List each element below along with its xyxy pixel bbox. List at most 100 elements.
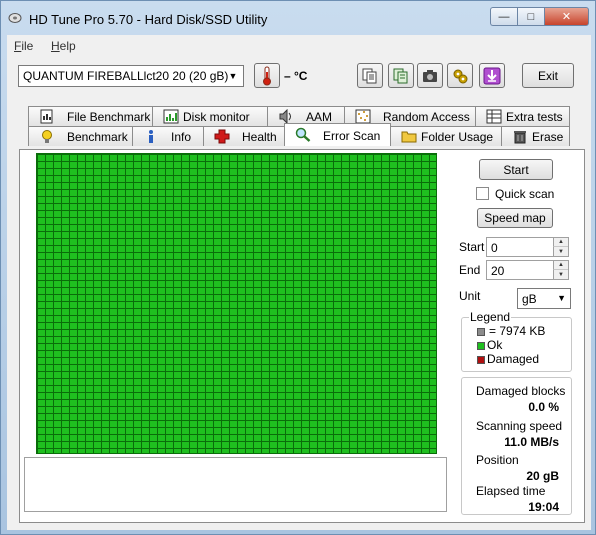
tab-disk-monitor[interactable]: Disk monitor bbox=[152, 106, 268, 126]
menu-file-label: ile bbox=[21, 39, 34, 53]
options-button[interactable] bbox=[447, 63, 473, 88]
temperature-button[interactable] bbox=[254, 63, 280, 88]
tab-file-benchmark[interactable]: File Benchmark bbox=[28, 106, 153, 126]
spin-up-icon[interactable]: ▲ bbox=[553, 238, 568, 247]
window-controls: — □ ✕ bbox=[490, 7, 589, 27]
error-scan-panel: Start Quick scan Speed map Start 0 ▲ ▼ E… bbox=[19, 149, 585, 523]
camera-icon bbox=[423, 69, 437, 82]
tab-label: Info bbox=[171, 130, 192, 144]
app-disk-icon bbox=[8, 13, 22, 23]
client-area: QUANTUM FIREBALLlct20 20 (20 gB) ▼ – °C bbox=[7, 57, 591, 530]
damaged-blocks-label: Damaged blocks bbox=[476, 384, 566, 398]
tab-erase[interactable]: Erase bbox=[501, 126, 570, 146]
quick-scan-checkbox[interactable] bbox=[476, 187, 489, 200]
speed-map-button[interactable]: Speed map bbox=[477, 208, 553, 228]
end-spinner-value: 20 bbox=[491, 264, 505, 278]
drive-select-value: QUANTUM FIREBALLlct20 20 (20 gB) bbox=[23, 69, 229, 83]
save-download-button[interactable] bbox=[479, 63, 505, 88]
menu-file[interactable]: File bbox=[14, 39, 33, 53]
quick-scan-label: Quick scan bbox=[495, 187, 555, 201]
screenshot-button[interactable] bbox=[417, 63, 443, 88]
scan-log-box[interactable] bbox=[24, 457, 447, 512]
scanning-speed-value: 11.0 MB/s bbox=[504, 435, 559, 449]
position-value: 20 gB bbox=[526, 469, 559, 483]
tab-error-scan[interactable]: Error Scan bbox=[284, 123, 391, 146]
menu-help-accesskey: H bbox=[51, 39, 60, 53]
exit-button[interactable]: Exit bbox=[522, 63, 574, 88]
menu-bar: File Help bbox=[7, 35, 591, 57]
drive-select[interactable]: QUANTUM FIREBALLlct20 20 (20 gB) ▼ bbox=[18, 65, 244, 87]
elapsed-time-value: 19:04 bbox=[528, 500, 559, 514]
unit-field-label: Unit bbox=[459, 289, 481, 303]
tab-label: Benchmark bbox=[67, 130, 128, 144]
menu-help[interactable]: Help bbox=[51, 39, 76, 53]
maximize-button[interactable]: □ bbox=[517, 7, 544, 26]
scan-block-map bbox=[36, 153, 437, 454]
tab-folder-usage[interactable]: Folder Usage bbox=[390, 126, 502, 146]
unit-select-value: gB bbox=[522, 292, 537, 306]
download-icon bbox=[483, 67, 501, 84]
start-spinner[interactable]: 0 ▲ ▼ bbox=[486, 237, 569, 257]
tab-label: Random Access bbox=[383, 110, 470, 124]
tab-label: Health bbox=[242, 130, 277, 144]
tab-health[interactable]: Health bbox=[203, 126, 285, 146]
legend-ok-swatch bbox=[477, 342, 485, 350]
tab-info[interactable]: Info bbox=[132, 126, 204, 146]
extra-tests-icon bbox=[486, 109, 502, 124]
tab-benchmark[interactable]: Benchmark bbox=[28, 126, 133, 146]
tab-label: Folder Usage bbox=[421, 130, 494, 144]
copy-all-button[interactable] bbox=[388, 63, 414, 88]
end-field-label: End bbox=[459, 263, 481, 277]
start-field-label: Start bbox=[459, 240, 485, 254]
disk-monitor-icon bbox=[163, 109, 179, 124]
unit-select[interactable]: gB ▼ bbox=[517, 288, 571, 309]
info-icon bbox=[149, 130, 153, 143]
start-button[interactable]: Start bbox=[479, 159, 553, 180]
title-bar[interactable]: HD Tune Pro 5.70 - Hard Disk/SSD Utility… bbox=[1, 1, 595, 35]
copy-all-icon bbox=[393, 68, 408, 83]
legend-ok-label: Ok bbox=[487, 338, 503, 352]
menu-help-label: elp bbox=[59, 39, 76, 53]
position-label: Position bbox=[476, 453, 519, 467]
speaker-icon bbox=[279, 109, 291, 124]
minimize-button[interactable]: — bbox=[490, 7, 517, 26]
tab-label: File Benchmark bbox=[67, 110, 151, 124]
damaged-blocks-value: 0.0 % bbox=[528, 400, 559, 414]
tab-label: Disk monitor bbox=[183, 110, 250, 124]
tab-row-bottom: Benchmark Info Health Error Scan Folder … bbox=[28, 123, 570, 146]
spin-down-icon[interactable]: ▼ bbox=[553, 247, 568, 256]
magnifier-icon bbox=[295, 127, 311, 142]
temperature-readout: – °C bbox=[284, 69, 308, 83]
elapsed-time-label: Elapsed time bbox=[476, 484, 546, 498]
spin-down-icon[interactable]: ▼ bbox=[553, 270, 568, 279]
lightbulb-icon bbox=[42, 130, 52, 143]
tab-label: Error Scan bbox=[323, 129, 381, 143]
thermometer-icon bbox=[263, 66, 271, 85]
folder-icon bbox=[401, 131, 417, 143]
window-title: HD Tune Pro 5.70 - Hard Disk/SSD Utility bbox=[29, 12, 268, 27]
trash-icon bbox=[514, 131, 526, 144]
copy-text-icon bbox=[362, 68, 377, 83]
legend-title: Legend bbox=[469, 310, 512, 324]
chevron-down-icon: ▼ bbox=[557, 293, 566, 303]
start-spinner-value: 0 bbox=[491, 241, 498, 255]
end-spinner[interactable]: 20 ▲ ▼ bbox=[486, 260, 569, 280]
tab-extra-tests[interactable]: Extra tests bbox=[475, 106, 570, 126]
copy-text-button[interactable] bbox=[357, 63, 383, 88]
chevron-down-icon: ▼ bbox=[228, 71, 238, 81]
tab-label: AAM bbox=[306, 110, 333, 124]
health-cross-icon bbox=[214, 129, 230, 144]
legend-block-swatch bbox=[477, 328, 485, 336]
random-access-icon bbox=[355, 109, 371, 124]
tab-label: Erase bbox=[532, 130, 564, 144]
legend-damaged-swatch bbox=[477, 356, 485, 364]
legend-box: Legend = 7974 KB Ok Damaged bbox=[461, 310, 572, 372]
tab-label: Extra tests bbox=[506, 110, 563, 124]
legend-damaged-label: Damaged bbox=[487, 352, 540, 366]
spin-up-icon[interactable]: ▲ bbox=[553, 261, 568, 270]
tools-icon bbox=[453, 69, 468, 83]
app-window: HD Tune Pro 5.70 - Hard Disk/SSD Utility… bbox=[0, 0, 596, 535]
close-button[interactable]: ✕ bbox=[544, 7, 589, 26]
scan-stats-box: Damaged blocks 0.0 % Scanning speed 11.0… bbox=[461, 377, 572, 515]
scanning-speed-label: Scanning speed bbox=[476, 419, 563, 433]
